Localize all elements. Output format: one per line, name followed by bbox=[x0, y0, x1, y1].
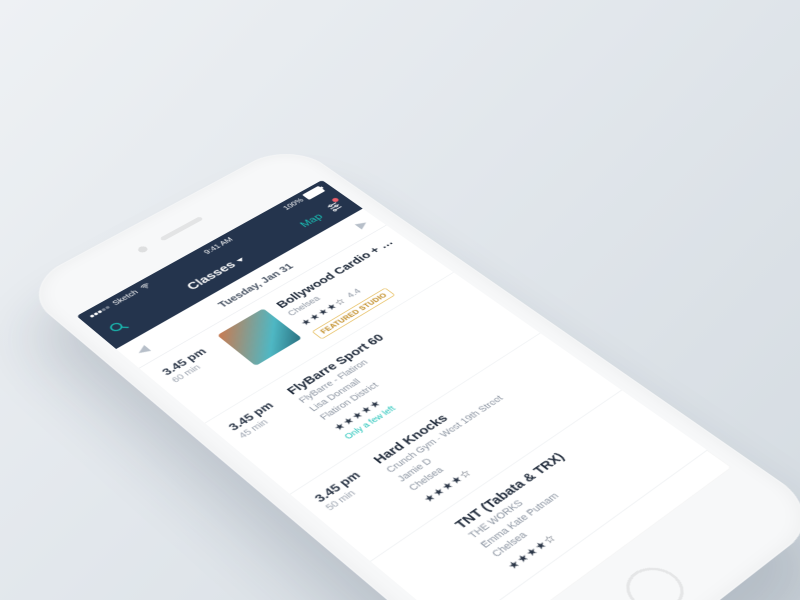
home-button[interactable] bbox=[614, 559, 695, 600]
prev-day-button[interactable]: ◀ bbox=[133, 343, 152, 356]
chevron-down-icon bbox=[236, 257, 245, 262]
screen: Sketch 9:41 AM 100% Classes bbox=[77, 180, 732, 600]
time-col bbox=[392, 529, 505, 600]
map-link[interactable]: Map bbox=[297, 211, 325, 228]
next-day-button[interactable]: ▶ bbox=[352, 218, 370, 230]
wifi-icon bbox=[137, 281, 153, 292]
phone-speaker bbox=[159, 216, 203, 241]
class-thumbnail bbox=[217, 308, 302, 366]
phone-camera bbox=[136, 245, 149, 253]
search-icon[interactable] bbox=[105, 318, 135, 339]
phone-frame: Sketch 9:41 AM 100% Classes bbox=[17, 141, 800, 600]
filter-icon[interactable] bbox=[323, 200, 346, 215]
